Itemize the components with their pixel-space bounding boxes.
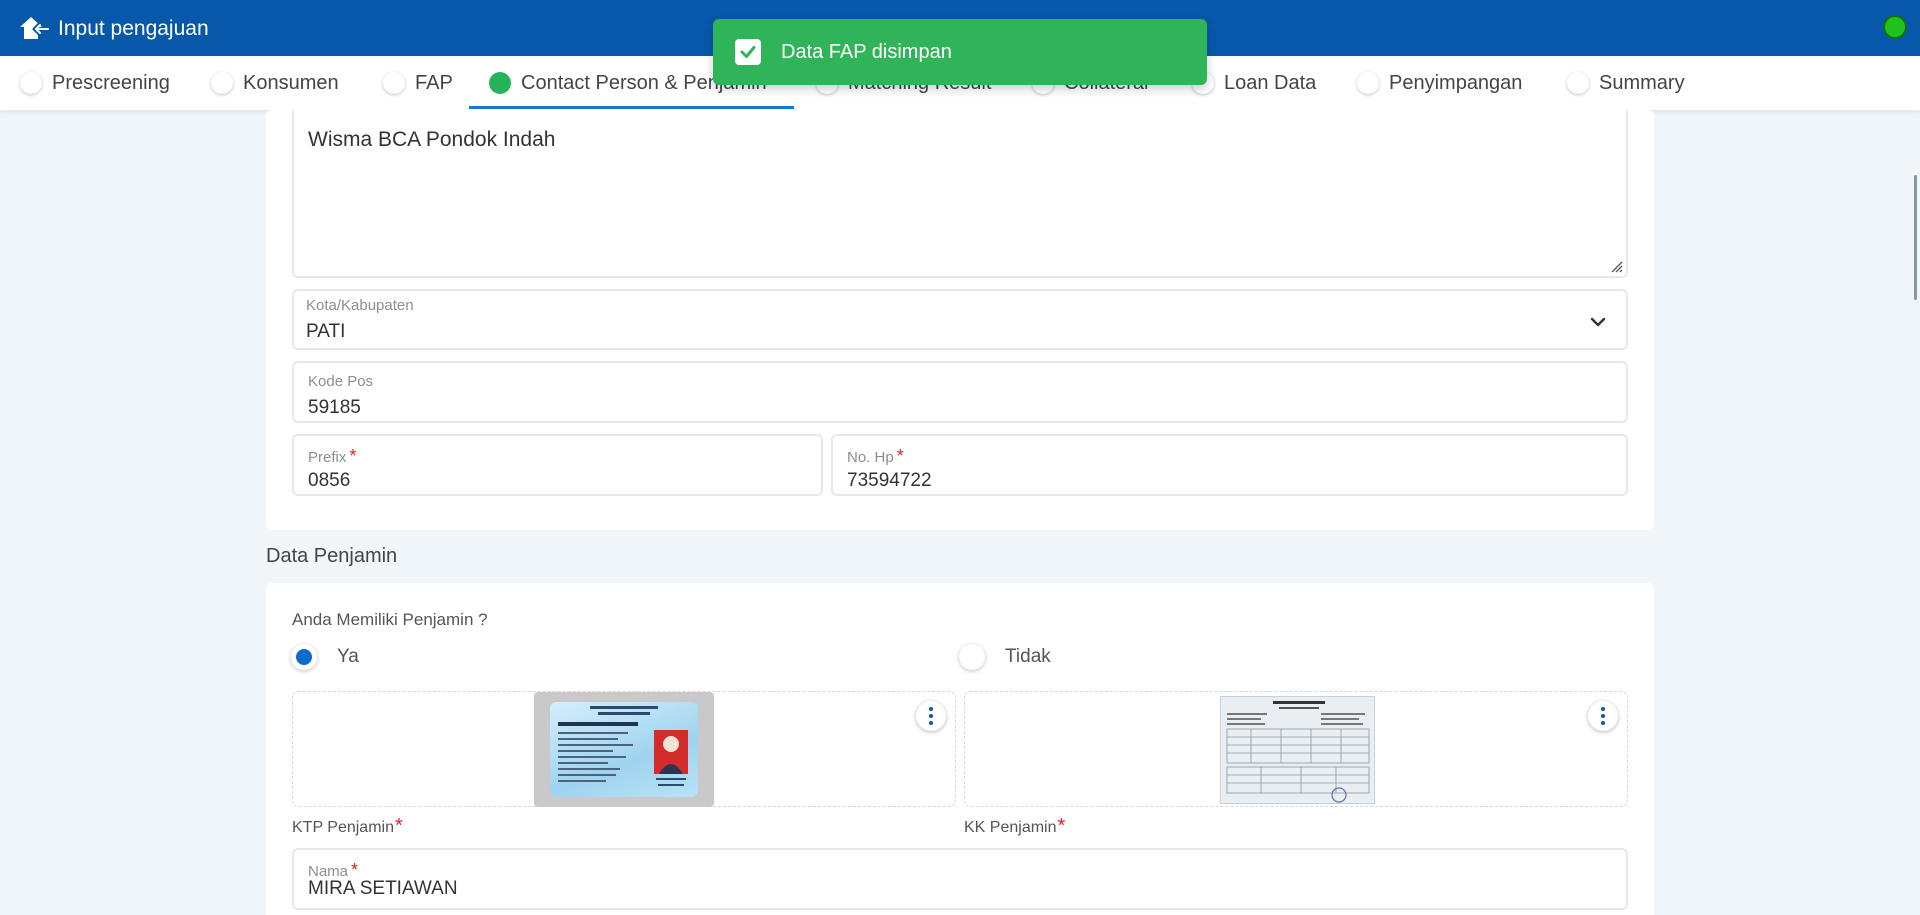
- phone-number-field[interactable]: No. Hp * 73594722: [831, 434, 1628, 496]
- phone-prefix-label: Prefix *: [308, 446, 357, 466]
- phone-number-value: 73594722: [847, 470, 932, 491]
- guarantor-name-field[interactable]: Nama * MIRA SETIAWAN: [292, 848, 1628, 910]
- tab-label: FAP: [415, 71, 453, 94]
- chevron-down-icon: [1590, 317, 1606, 327]
- tab-summary[interactable]: Summary: [1567, 56, 1685, 110]
- tab-fap[interactable]: FAP: [383, 56, 453, 110]
- tab-prescreening[interactable]: Prescreening: [20, 56, 170, 110]
- active-tab-indicator: [469, 106, 794, 109]
- id-card-image: [550, 702, 698, 797]
- scrollbar-thumb[interactable]: [1914, 175, 1917, 300]
- phone-prefix-value: 0856: [308, 470, 351, 491]
- step-status-icon: [211, 72, 233, 94]
- required-mark: *: [1057, 815, 1066, 837]
- step-status-icon: [383, 72, 405, 94]
- radio-tidak-label: Tidak: [1005, 646, 1051, 667]
- postal-code-field[interactable]: Kode Pos 59185: [292, 361, 1628, 423]
- connection-status-indicator: [1883, 15, 1907, 39]
- section-heading-penjamin: Data Penjamin: [266, 545, 398, 567]
- phone-prefix-field[interactable]: Prefix * 0856: [292, 434, 823, 496]
- ktp-image-thumbnail[interactable]: [534, 692, 714, 807]
- back-home-icon[interactable]: [18, 15, 50, 41]
- required-mark: *: [349, 446, 357, 466]
- postal-code-label: Kode Pos: [308, 373, 374, 390]
- kk-caption: KK Penjamin*: [964, 815, 1066, 837]
- city-value: PATI: [306, 321, 346, 342]
- step-complete-icon: [489, 72, 511, 94]
- tab-label: Loan Data: [1224, 71, 1317, 94]
- success-toast: Data FAP disimpan: [713, 19, 1207, 85]
- radio-ya[interactable]: Ya: [291, 644, 359, 670]
- required-mark: *: [351, 860, 359, 880]
- required-mark: *: [394, 815, 403, 837]
- kebab-menu-icon[interactable]: [916, 701, 946, 731]
- radio-tidak[interactable]: Tidak: [959, 644, 1051, 670]
- city-select[interactable]: Kota/Kabupaten PATI: [292, 289, 1628, 350]
- tab-label: Summary: [1599, 71, 1685, 94]
- kk-upload-box[interactable]: [964, 691, 1628, 807]
- radio-ya-label: Ya: [337, 646, 359, 667]
- radio-selected-icon: [291, 644, 317, 670]
- kebab-menu-icon[interactable]: [1588, 701, 1618, 731]
- address-textarea[interactable]: Wisma BCA Pondok Indah: [292, 110, 1628, 278]
- check-icon: [735, 39, 761, 65]
- guarantor-name-value: MIRA SETIAWAN: [308, 878, 458, 899]
- resize-handle-icon[interactable]: [1607, 257, 1623, 273]
- tab-label: Prescreening: [52, 71, 170, 94]
- address-value: Wisma BCA Pondok Indah: [308, 128, 556, 151]
- tab-loan-data[interactable]: Loan Data: [1192, 56, 1316, 110]
- step-status-icon: [20, 72, 42, 94]
- has-guarantor-question: Anda Memiliki Penjamin ?: [292, 610, 488, 629]
- radio-unselected-icon: [959, 644, 985, 670]
- step-status-icon: [1567, 72, 1589, 94]
- step-status-icon: [1357, 72, 1379, 94]
- ktp-upload-box[interactable]: [292, 691, 956, 807]
- ktp-caption: KTP Penjamin*: [292, 815, 403, 837]
- required-mark: *: [896, 446, 904, 466]
- city-label: Kota/Kabupaten: [306, 297, 414, 314]
- kk-image-thumbnail[interactable]: [1220, 696, 1375, 804]
- postal-code-value: 59185: [308, 397, 361, 418]
- tab-label: Penyimpangan: [1389, 71, 1523, 94]
- tab-label: Konsumen: [243, 71, 339, 94]
- tab-penyimpangan[interactable]: Penyimpangan: [1357, 56, 1522, 110]
- phone-number-label: No. Hp *: [847, 446, 904, 466]
- toast-message: Data FAP disimpan: [781, 40, 952, 63]
- page-title: Input pengajuan: [58, 17, 209, 40]
- tab-konsumen[interactable]: Konsumen: [211, 56, 339, 110]
